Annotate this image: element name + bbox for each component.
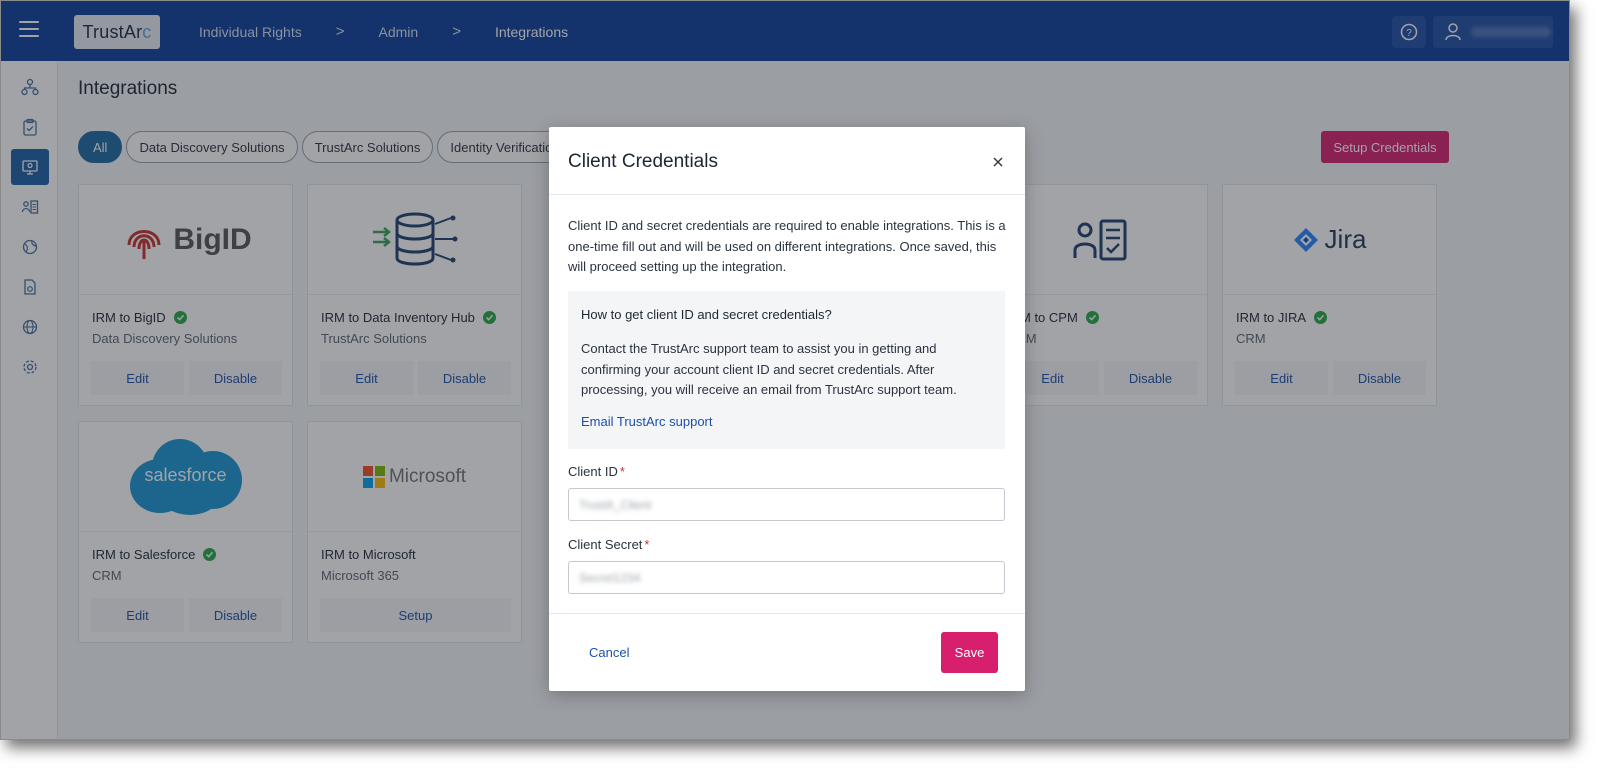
client-secret-label: Client Secret * <box>568 537 650 552</box>
client-id-input[interactable]: TrustA_Client <box>568 488 1005 521</box>
howto-text: Contact the TrustArc support team to ass… <box>581 341 957 397</box>
app-window: Trust Ar c Individual Rights > Admin > Int… <box>0 0 1570 740</box>
cancel-button[interactable]: Cancel <box>589 645 629 660</box>
dialog-title: Client Credentials <box>568 151 718 172</box>
save-button[interactable]: Save <box>941 632 998 673</box>
dialog-intro-text: Client ID and secret credentials are req… <box>568 218 1006 274</box>
dialog-footer: Cancel Save <box>549 613 1025 691</box>
howto-info-box: How to get client ID and secret credenti… <box>568 291 1005 449</box>
client-secret-input[interactable]: Secret1234 <box>568 561 1005 594</box>
dialog-header: Client Credentials <box>549 127 1025 195</box>
email-support-link[interactable]: Email TrustArc support <box>581 414 713 429</box>
client-credentials-dialog: Client Credentials Client ID and secret … <box>549 127 1025 691</box>
close-icon[interactable] <box>991 155 1005 169</box>
howto-title: How to get client ID and secret credenti… <box>581 307 832 322</box>
client-id-label: Client ID * <box>568 464 625 479</box>
